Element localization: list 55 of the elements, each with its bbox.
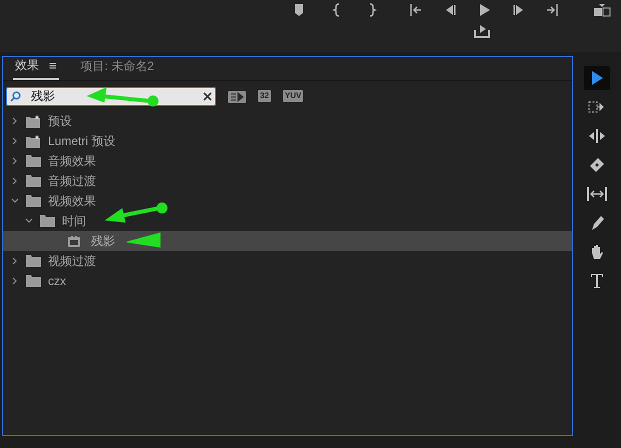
filter-toggle[interactable]: YUV (282, 90, 304, 102)
tree-item[interactable]: 时间 (3, 211, 572, 231)
tree-item[interactable]: 视频过渡 (3, 251, 572, 271)
export-frame-icon[interactable] (474, 23, 490, 39)
annotation-arrow (126, 232, 160, 248)
pointer-icon (590, 70, 604, 86)
tab-label[interactable]: 项目: 未命名2 (80, 57, 154, 75)
tree-item[interactable]: 音频效果 (3, 151, 572, 171)
chevron-down-icon[interactable] (25, 217, 33, 225)
chevron-down-icon[interactable] (11, 197, 19, 205)
search-field[interactable]: 残影 (6, 86, 216, 106)
folder-icon (40, 215, 55, 227)
pen-icon (589, 215, 605, 231)
ripple-edit-icon (588, 129, 606, 143)
preset-folder-icon (26, 134, 41, 148)
filter-toggle[interactable]: 32 (258, 90, 271, 102)
effect-icon (68, 236, 80, 246)
chevron-right-icon[interactable] (11, 157, 19, 165)
folder-icon (26, 155, 41, 167)
search-icon (10, 90, 21, 102)
panel-tab[interactable]: 项目: 未命名2 (78, 57, 156, 80)
tree-item[interactable]: 残影 (3, 231, 572, 251)
accelerated-effects-icon[interactable] (228, 90, 246, 102)
chevron-right-icon[interactable] (11, 137, 19, 145)
marker-icon[interactable] (292, 3, 306, 17)
tree-item[interactable]: 预设 (3, 111, 572, 131)
chevron-right-icon[interactable] (11, 257, 19, 265)
chevron-right-icon[interactable] (11, 277, 19, 285)
type-tool-icon (590, 273, 604, 289)
preset-folder-icon (26, 114, 41, 128)
chevron-right-icon[interactable] (11, 117, 19, 125)
go-to-out-icon[interactable] (546, 3, 560, 17)
play-icon[interactable] (477, 3, 491, 17)
razor-icon (589, 157, 605, 173)
clear-icon[interactable] (203, 92, 212, 100)
tree-item[interactable]: Lumetri 预设 (3, 131, 572, 151)
insert-icon[interactable] (593, 3, 611, 17)
chevron-right-icon[interactable] (11, 177, 19, 185)
annotation-arrow (86, 87, 158, 106)
panel-tab[interactable]: 效果 ≡ (13, 56, 59, 80)
folder-icon (26, 195, 41, 207)
tree-item[interactable]: 视频效果 (3, 191, 572, 211)
tree-item[interactable]: czx (3, 271, 572, 291)
folder-icon (26, 175, 41, 187)
annotation-arrow (104, 202, 168, 223)
go-to-in-icon[interactable] (408, 3, 422, 17)
folder-icon (26, 255, 41, 267)
hand-icon (589, 244, 605, 260)
track-select-icon (588, 101, 606, 113)
slip-icon (586, 187, 608, 201)
tree-item[interactable]: 音频过渡 (3, 171, 572, 191)
panel-menu-icon[interactable]: ≡ (49, 56, 57, 75)
tab-label[interactable]: 效果 (15, 56, 39, 74)
tool-button[interactable] (584, 66, 610, 90)
folder-icon (26, 275, 41, 287)
